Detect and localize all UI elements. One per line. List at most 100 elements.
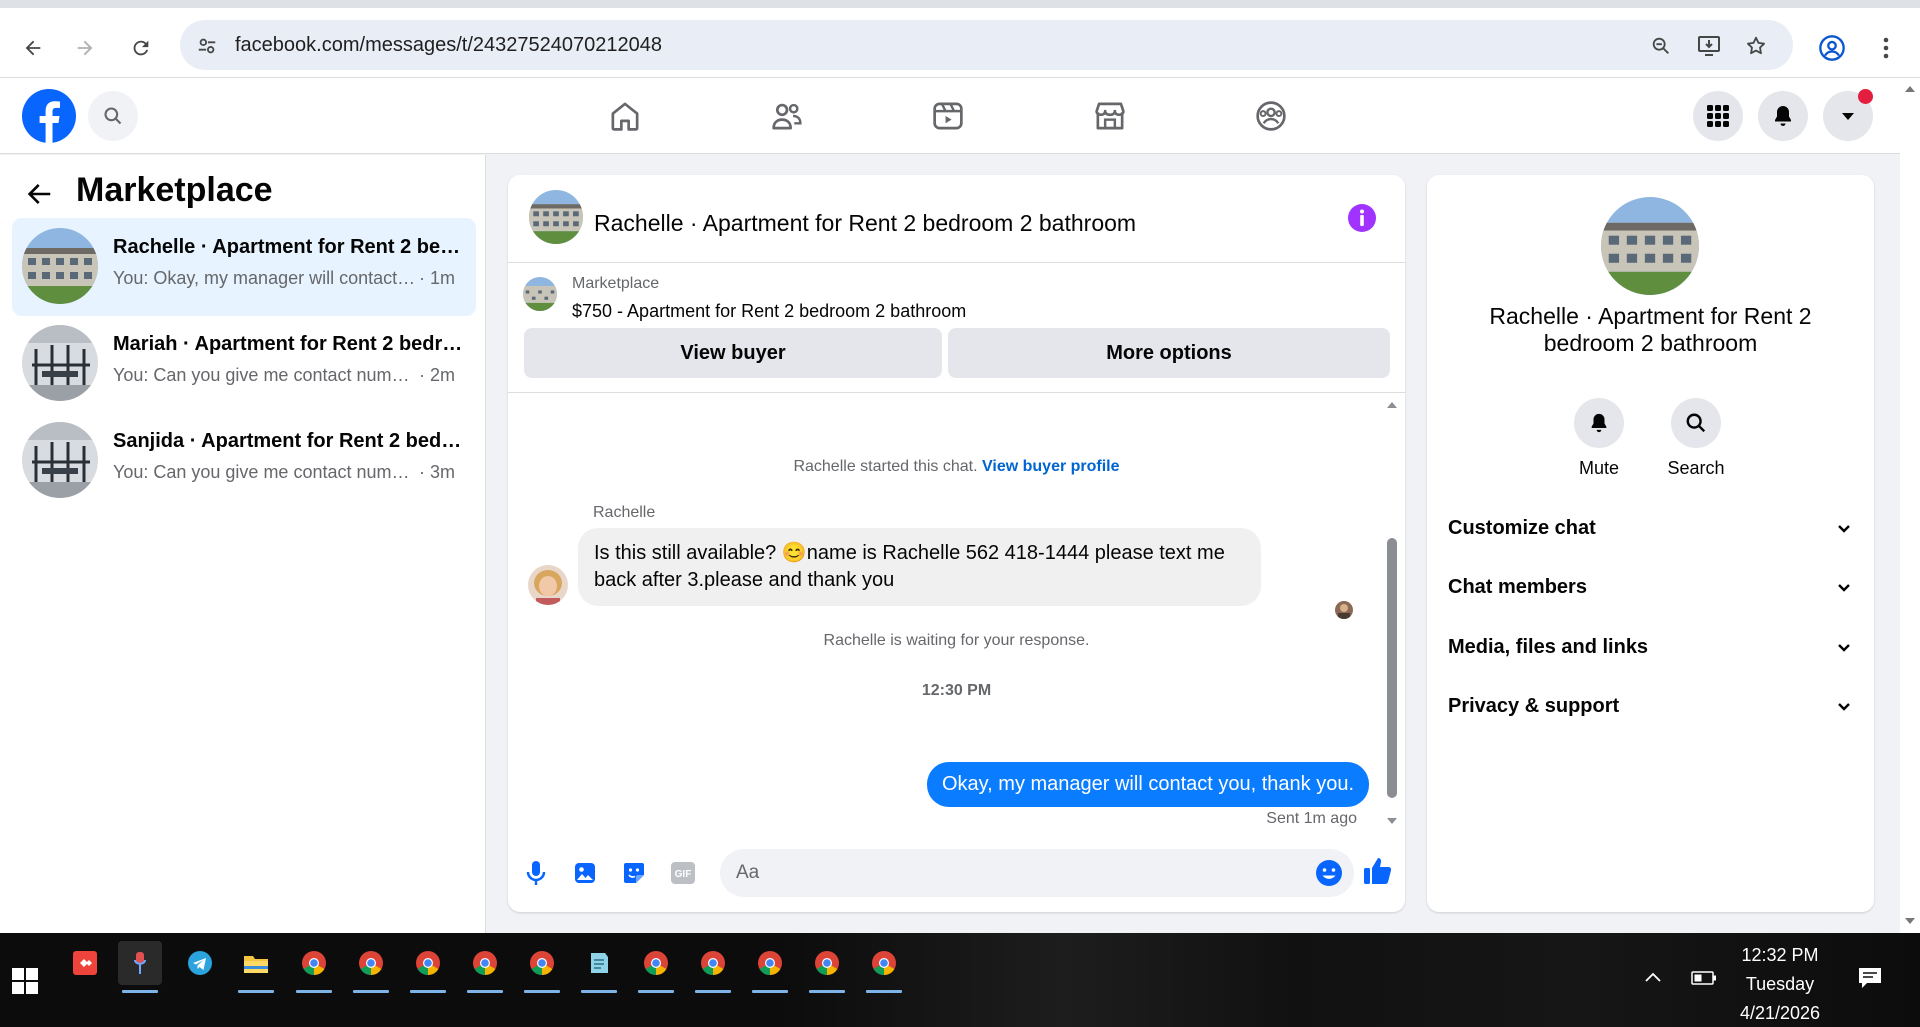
notifications-button[interactable] — [1758, 91, 1808, 141]
running-indicator — [524, 990, 560, 993]
taskbar-app-chrome[interactable] — [520, 941, 564, 993]
bell-icon — [1574, 398, 1624, 448]
outgoing-message-bubble[interactable]: Okay, my manager will contact you, thank… — [926, 762, 1369, 807]
chrome-icon — [644, 951, 668, 975]
forward-button[interactable] — [65, 28, 105, 68]
conversation-item[interactable]: Rachelle · Apartment for Rent 2 bedroom … — [12, 218, 476, 316]
site-settings-icon[interactable] — [194, 33, 220, 59]
taskbar-app-tool[interactable] — [118, 941, 162, 993]
conversation-item[interactable]: Sanjida · Apartment for Rent 2 bedroom 2… — [12, 412, 476, 510]
taskbar-app-editor[interactable] — [577, 941, 621, 993]
chrome-icon — [473, 951, 497, 975]
attach-photo-button[interactable] — [569, 857, 601, 889]
install-app-icon[interactable] — [1696, 33, 1722, 59]
scroll-down-arrow-icon — [1905, 918, 1915, 924]
taskbar-app-anydesk[interactable] — [63, 941, 107, 985]
running-indicator — [809, 990, 845, 993]
menu-grid-button[interactable] — [1693, 91, 1743, 141]
facebook-logo[interactable] — [22, 89, 76, 143]
address-bar[interactable]: facebook.com/messages/t/2432752407021204… — [180, 20, 1793, 70]
reload-button[interactable] — [121, 28, 161, 68]
taskbar-app-chrome[interactable] — [463, 941, 507, 993]
show-hidden-icons-button[interactable] — [1643, 970, 1663, 984]
chat-avatar[interactable] — [529, 190, 583, 244]
taskbar-app-chrome[interactable] — [292, 941, 336, 993]
back-button[interactable] — [13, 28, 53, 68]
more-options-button[interactable]: More options — [948, 328, 1390, 378]
emoji-button[interactable] — [1314, 858, 1344, 888]
notification-center-button[interactable] — [1857, 966, 1883, 990]
listing-source-label: Marketplace — [572, 275, 660, 292]
chat-title[interactable]: Rachelle · Apartment for Rent 2 bedroom … — [594, 210, 1136, 237]
gif-button[interactable]: GIF — [667, 857, 699, 889]
taskbar-app-chrome[interactable] — [748, 941, 792, 993]
message-composer: GIF Aa — [508, 833, 1405, 912]
back-to-marketplace-button[interactable] — [24, 179, 54, 209]
taskbar-app-chrome[interactable] — [349, 941, 393, 993]
chat-started-notice: Rachelle started this chat. View buyer p… — [508, 458, 1405, 476]
message-input[interactable]: Aa — [720, 849, 1354, 897]
section-media-files-links[interactable]: Media, files and links — [1427, 623, 1874, 673]
browser-menu-button[interactable] — [1866, 28, 1906, 68]
smile-emoji-icon: 😊 — [781, 542, 807, 564]
folder-icon — [244, 956, 268, 973]
bookmark-star-icon[interactable] — [1743, 33, 1769, 59]
listing-price-title[interactable]: $750 - Apartment for Rent 2 bedroom 2 ba… — [572, 301, 966, 322]
search-action[interactable]: Search — [1661, 398, 1731, 479]
view-buyer-profile-link[interactable]: View buyer profile — [982, 458, 1120, 475]
nav-marketplace[interactable] — [1088, 96, 1132, 136]
taskbar-app-chrome[interactable] — [805, 941, 849, 993]
section-label: Media, files and links — [1448, 636, 1649, 658]
chrome-icon — [872, 951, 896, 975]
taskbar-app-chrome[interactable] — [406, 941, 450, 993]
sent-status: Sent 1m ago — [1266, 810, 1357, 827]
sender-avatar[interactable] — [528, 565, 568, 605]
sender-name: Rachelle — [593, 504, 656, 521]
page-scrollbar[interactable] — [1900, 78, 1920, 933]
section-privacy-support[interactable]: Privacy & support — [1427, 682, 1874, 732]
voice-clip-button[interactable] — [520, 857, 552, 889]
scrollbar-thumb[interactable] — [1387, 538, 1397, 798]
conversation-item[interactable]: Mariah · Apartment for Rent 2 bedroom 2 … — [12, 315, 476, 413]
profile-button[interactable] — [1812, 28, 1852, 68]
zoom-icon[interactable] — [1648, 33, 1674, 59]
conversation-snippet: You: Can you give me contact number? · 2… — [113, 365, 463, 386]
thread-scrollbar[interactable] — [1385, 393, 1399, 833]
profile-avatar[interactable] — [1601, 197, 1699, 295]
taskbar-app-chrome[interactable] — [634, 941, 678, 993]
mute-action[interactable]: Mute — [1564, 398, 1634, 479]
taskbar-app-chrome[interactable] — [691, 941, 735, 993]
taskbar-app-chrome[interactable] — [862, 941, 906, 993]
nav-groups[interactable] — [1249, 96, 1293, 136]
battery-indicator[interactable] — [1691, 970, 1717, 986]
conversation-info-button[interactable] — [1347, 203, 1377, 233]
running-indicator — [638, 990, 674, 993]
chrome-icon — [302, 951, 326, 975]
section-chat-members[interactable]: Chat members — [1427, 563, 1874, 613]
nav-friends[interactable] — [765, 96, 809, 136]
view-buyer-button[interactable]: View buyer — [524, 328, 942, 378]
chevron-down-icon — [1838, 525, 1850, 533]
reload-icon — [133, 40, 149, 56]
chat-panel: Rachelle · Apartment for Rent 2 bedroom … — [508, 175, 1405, 912]
incoming-message-bubble[interactable]: Is this still available? 😊name is Rachel… — [578, 528, 1261, 606]
chevron-down-icon — [1838, 703, 1850, 711]
taskbar-app-telegram[interactable] — [178, 941, 222, 985]
chrome-icon — [530, 951, 554, 975]
section-customize-chat[interactable]: Customize chat — [1427, 504, 1874, 554]
sticker-button[interactable] — [618, 857, 650, 889]
fb-search-button[interactable] — [88, 91, 138, 141]
snippet-text: You: Can you give me contact number? — [113, 365, 419, 385]
start-button[interactable] — [12, 968, 38, 994]
system-clock[interactable]: 12:32 PM Tuesday 4/21/2026 — [1725, 941, 1835, 1027]
friends-icon — [772, 103, 802, 130]
account-button[interactable] — [1823, 89, 1873, 141]
chevron-down-icon — [1838, 584, 1850, 592]
nav-home[interactable] — [603, 96, 647, 136]
taskbar-app-file-explorer[interactable] — [234, 941, 278, 993]
mute-label: Mute — [1578, 458, 1620, 478]
nav-video[interactable] — [926, 96, 970, 136]
listing-thumbnail[interactable] — [523, 277, 557, 311]
send-like-button[interactable] — [1360, 853, 1396, 889]
search-icon — [1671, 398, 1721, 448]
